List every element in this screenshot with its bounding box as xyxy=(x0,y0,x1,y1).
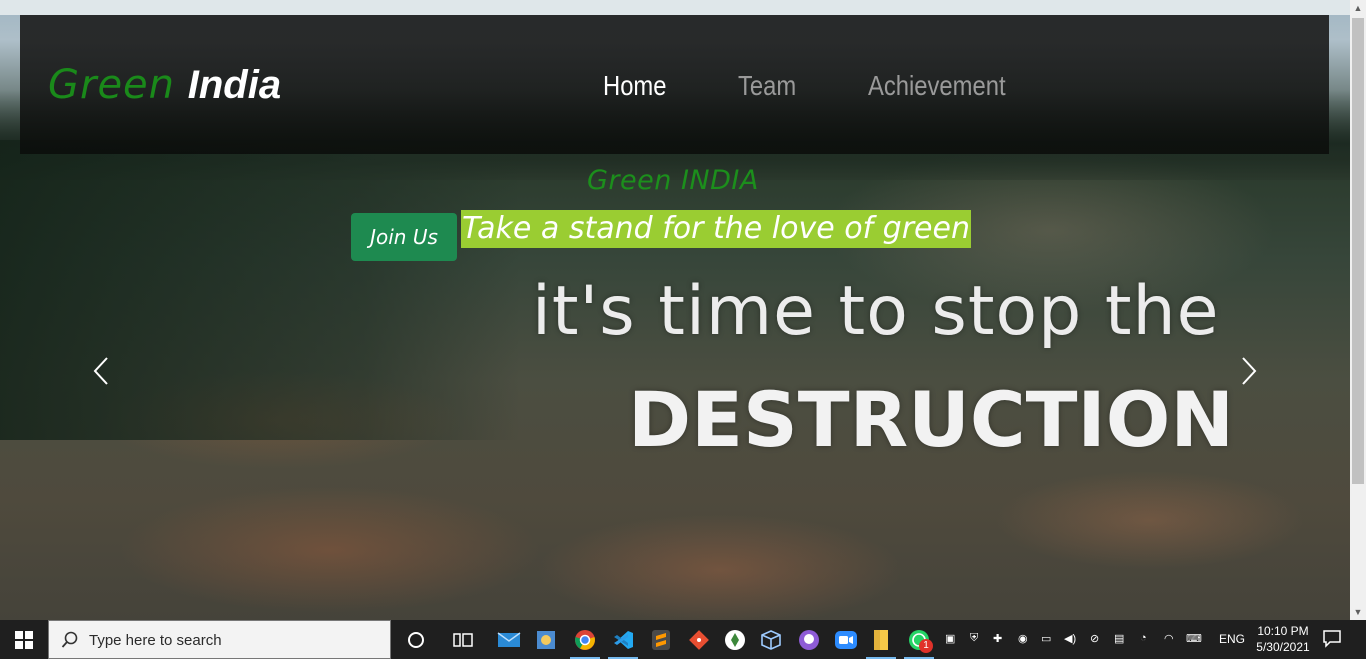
scroll-down-icon[interactable]: ▼ xyxy=(1350,604,1366,620)
hero-headline-line1: it's time to stop the xyxy=(532,272,1220,351)
action-center-icon[interactable] xyxy=(1322,628,1342,653)
navbar: Green India Home Team Achievement xyxy=(20,15,1329,154)
search-icon xyxy=(61,631,79,654)
git-icon[interactable] xyxy=(680,620,718,659)
hero-headline-line2: DESTRUCTION xyxy=(628,375,1234,464)
scrollbar-thumb[interactable] xyxy=(1352,18,1364,484)
tray-volume-icon[interactable]: ◀) xyxy=(1064,632,1076,645)
brand-white-text: India xyxy=(187,63,282,107)
task-view-icon[interactable] xyxy=(444,620,482,659)
carousel-prev-icon[interactable] xyxy=(90,356,114,386)
sublime-icon[interactable] xyxy=(642,620,680,659)
tray-security-icon[interactable]: ⛨ xyxy=(970,632,978,645)
whatsapp-icon[interactable] xyxy=(900,620,938,659)
tray-display-icon[interactable]: ▤ xyxy=(1114,632,1124,645)
whatsapp-notification-badge: 1 xyxy=(919,639,933,653)
clock-time: 10:10 PM xyxy=(1257,624,1309,638)
tray-app-icon[interactable]: ▣ xyxy=(945,632,955,645)
carousel-next-icon[interactable] xyxy=(1236,356,1260,386)
scroll-up-icon[interactable]: ▲ xyxy=(1350,0,1366,16)
github-icon[interactable] xyxy=(790,620,828,659)
language-indicator[interactable]: ENG xyxy=(1219,632,1245,646)
nav-team-link[interactable]: Team xyxy=(738,70,796,102)
touch-keyboard-icon[interactable]: ⌨ xyxy=(1186,632,1202,645)
virtualbox-icon[interactable] xyxy=(752,620,790,659)
cortana-icon[interactable] xyxy=(397,620,435,659)
search-placeholder: Type here to search xyxy=(89,632,222,649)
photo-app-icon[interactable] xyxy=(527,620,565,659)
join-us-button[interactable]: Join Us xyxy=(351,213,457,261)
zoom-icon[interactable] xyxy=(827,620,865,659)
nav-achievement-link[interactable]: Achievement xyxy=(868,70,1006,102)
tray-network-icon[interactable]: ⊘ xyxy=(1090,632,1099,645)
windows-taskbar: Type here to search 1 ▣ ⛨ ✚ ◉ ▭ ◀) ⊘ ▤ ◔… xyxy=(0,620,1366,659)
taskbar-clock[interactable]: 10:10 PM 5/30/2021 xyxy=(1252,623,1314,655)
tray-record-icon[interactable]: ◉ xyxy=(1018,632,1028,645)
file-explorer-icon[interactable] xyxy=(862,620,900,659)
tray-battery-icon[interactable]: ▭ xyxy=(1041,632,1051,645)
tray-wifi-signal-icon[interactable]: ◠ xyxy=(1164,632,1174,645)
vertical-scrollbar[interactable]: ▲ ▼ xyxy=(1350,0,1366,620)
brand-green-text: Green xyxy=(48,62,176,108)
tray-wifi-icon[interactable]: ◔ xyxy=(1140,632,1147,644)
chrome-icon[interactable] xyxy=(566,620,604,659)
nav-home-link[interactable]: Home xyxy=(603,70,666,102)
node-icon[interactable] xyxy=(716,620,754,659)
clock-date: 5/30/2021 xyxy=(1256,640,1310,654)
vscode-icon[interactable] xyxy=(604,620,642,659)
windows-start-icon[interactable] xyxy=(0,620,48,659)
brand-logo[interactable]: Green India xyxy=(48,61,281,109)
hero-subtitle: Green INDIA xyxy=(587,165,759,196)
tray-shield-icon[interactable]: ✚ xyxy=(993,632,1002,645)
hero-tagline: Take a stand for the love of green xyxy=(461,210,971,248)
mail-icon[interactable] xyxy=(490,620,528,659)
forest-edge xyxy=(0,140,520,440)
top-sky-strip xyxy=(0,0,1350,15)
taskbar-search-input[interactable]: Type here to search xyxy=(48,620,391,659)
